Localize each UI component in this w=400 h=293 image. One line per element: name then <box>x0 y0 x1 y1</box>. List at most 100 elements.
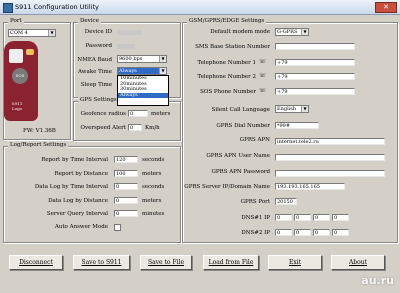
chevron-down-icon: ▼ <box>159 56 166 62</box>
gprs-apn-input[interactable]: internet.tele2.ru <box>275 138 385 145</box>
log-row-unit: meters <box>142 171 162 177</box>
dns2-octet[interactable]: 0 <box>294 229 311 236</box>
gprs-port-label: GPRS Port <box>240 199 270 205</box>
gprs-server-input[interactable]: 193.193.165.165 <box>275 183 345 190</box>
dns1-octet[interactable]: 0 <box>294 214 311 221</box>
silent-call-label: Silent Call Language <box>211 107 270 113</box>
sleep-time-label: Sleep Time <box>80 82 112 88</box>
phone-icon: ☏ <box>259 73 266 79</box>
password-label: Password <box>85 43 112 49</box>
default-mode-value: G-GPRS <box>277 29 298 35</box>
log-row-input[interactable]: 0 <box>114 210 138 217</box>
overspeed-input[interactable]: 0 <box>128 124 142 131</box>
phone-icon: ☏ <box>259 59 266 65</box>
disconnect-button[interactable]: Disconnect <box>9 255 63 270</box>
load-from-file-button[interactable]: Load from File <box>203 255 259 270</box>
gprs-apn-password-input[interactable] <box>275 170 385 177</box>
dns2-octet[interactable]: 0 <box>313 229 330 236</box>
sms-base-label: SMS Base Station Number <box>195 44 270 50</box>
dropdown-option-selected[interactable]: Always <box>118 92 168 98</box>
geofence-unit: meters <box>151 111 171 117</box>
log-row-label: Data Log by Distance <box>48 198 108 204</box>
log-row-unit: seconds <box>142 157 165 163</box>
gprs-server-label: GPRS Server IP/Domain Name <box>184 184 270 190</box>
device-brand: S911 Logo <box>12 101 23 111</box>
overspeed-label: Overspeed Alert <box>80 125 126 131</box>
password-field[interactable] <box>117 44 135 49</box>
gsm-group-title: GSM/GPRS/EDGE Settings <box>187 18 267 24</box>
window-title: S911 Configuration Utility <box>15 3 99 11</box>
gprs-apn-user-label: GPRS APN User Name <box>206 153 270 159</box>
silent-call-select[interactable]: English ▼ <box>275 105 309 113</box>
save-to-file-button[interactable]: Save to File <box>140 255 192 270</box>
auto-answer-label: Auto Answer Mode <box>54 224 108 230</box>
dns2-octet[interactable]: 0 <box>275 229 292 236</box>
nmea-baud-value: 9600 bps <box>119 56 143 62</box>
telephone-1-label: Telephone Number 1 <box>197 60 256 66</box>
sms-base-input[interactable] <box>275 43 355 50</box>
log-row-label: Report by Time Interval <box>41 157 108 163</box>
auto-answer-checkbox[interactable] <box>114 224 121 231</box>
device-id-field[interactable] <box>117 30 141 35</box>
exit-button[interactable]: Exit <box>268 255 322 270</box>
port-select[interactable]: COM 4 ▼ <box>8 29 56 37</box>
gsm-group: GSM/GPRS/EDGE Settings <box>182 18 398 243</box>
gprs-apn-label: GPRS APN <box>239 137 270 143</box>
about-button[interactable]: About <box>331 255 385 270</box>
log-row-input[interactable]: 120 <box>114 156 138 163</box>
dns2-octet[interactable]: 0 <box>332 229 349 236</box>
awake-time-label: Awake Time <box>78 69 112 75</box>
dns1-octet[interactable]: 0 <box>275 214 292 221</box>
title-bar: S911 Configuration Utility ✕ <box>0 0 400 15</box>
telephone-2-label: Telephone Number 2 <box>197 74 256 80</box>
device-screen <box>9 49 23 63</box>
dns1-octet[interactable]: 0 <box>332 214 349 221</box>
log-row-input[interactable]: 100 <box>114 170 138 177</box>
default-mode-label: Default modem mode <box>210 29 270 35</box>
log-row-label: Report by Distance <box>54 171 108 177</box>
default-mode-select[interactable]: G-GPRS ▼ <box>275 28 309 36</box>
telephone-1-input[interactable]: +79 <box>275 59 355 66</box>
gps-group-title: GPS Settings <box>78 97 119 103</box>
gprs-apn-user-input[interactable] <box>275 154 385 161</box>
log-row-unit: minutes <box>142 211 165 217</box>
phone-icon: ☏ <box>259 88 266 94</box>
gprs-dial-input[interactable]: *99# <box>275 122 319 129</box>
awake-time-select[interactable]: Always ▼ <box>117 67 167 75</box>
log-row-input[interactable]: 0 <box>114 197 138 204</box>
geofence-label: Geofence radius <box>80 111 126 117</box>
app-icon <box>3 3 13 13</box>
close-button[interactable]: ✕ <box>375 2 397 13</box>
chevron-down-icon: ▼ <box>301 29 308 35</box>
awake-time-dropdown-list: 10minutes 20minutes 30minutes Always <box>117 75 169 106</box>
save-to-s911-button[interactable]: Save to S911 <box>73 255 130 270</box>
gprs-dial-label: GPRS Dial Number <box>216 123 270 129</box>
log-row-unit: seconds <box>142 184 165 190</box>
chevron-down-icon: ▼ <box>159 68 166 74</box>
gprs-apn-password-label: GPRS APN Password <box>211 169 270 175</box>
port-select-value: COM 4 <box>10 30 28 36</box>
device-image: SOS S911 Logo <box>4 41 38 121</box>
sos-button-graphic: SOS <box>12 68 28 84</box>
log-row-label: Data Log by Time Interval <box>34 184 108 190</box>
dns1-octet[interactable]: 0 <box>313 214 330 221</box>
firmware-version: FW: V1.36B <box>23 128 56 134</box>
port-group-title: Port <box>8 18 24 24</box>
device-id-label: Device ID <box>84 29 112 35</box>
log-report-group-title: Log/Report Settings <box>8 142 69 148</box>
gprs-port-input[interactable]: 20150 <box>275 198 297 205</box>
chevron-down-icon: ▼ <box>48 30 55 36</box>
dns2-label: DNS#2 IP <box>241 230 270 236</box>
gps-group: GPS Settings <box>73 97 181 141</box>
dns1-label: DNS#1 IP <box>241 215 270 221</box>
nmea-baud-select[interactable]: 9600 bps ▼ <box>117 55 167 63</box>
log-row-input[interactable]: 0 <box>114 183 138 190</box>
geofence-input[interactable]: 0 <box>128 110 148 117</box>
nmea-baud-label: NMEA Baud <box>77 57 112 63</box>
watermark: au.ru <box>361 274 394 287</box>
sos-phone-input[interactable]: +79 <box>275 88 355 95</box>
chevron-down-icon: ▼ <box>301 106 308 112</box>
overspeed-unit: Km/h <box>145 125 160 131</box>
device-group-title: Device <box>78 18 101 24</box>
telephone-2-input[interactable]: +79 <box>275 73 355 80</box>
